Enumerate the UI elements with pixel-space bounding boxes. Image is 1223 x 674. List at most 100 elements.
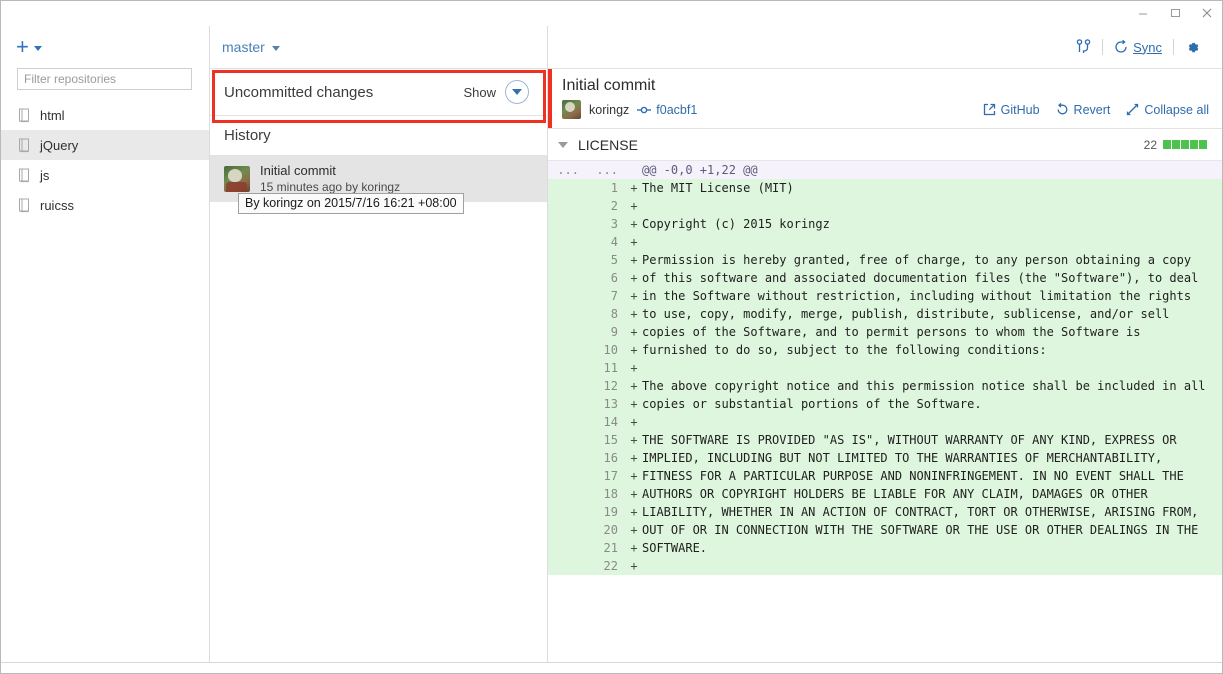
diff-sign: + (630, 253, 638, 267)
gutter-new: 4 (610, 235, 618, 249)
gutter-old (548, 449, 586, 467)
diff-sign: + (630, 469, 638, 483)
diff-line: 20 + OUT OF OR IN CONNECTION WITH THE SOFT… (548, 521, 1223, 539)
diff-code: to use, copy, modify, merge, publish, di… (642, 307, 1170, 321)
settings-button[interactable] (1174, 34, 1211, 60)
gutter-new: 16 (603, 451, 618, 465)
uncommitted-changes-row[interactable]: Uncommitted changes Show (210, 68, 547, 116)
diff-sign: + (630, 487, 638, 501)
gutter-new: 9 (610, 325, 618, 339)
repository-sidebar: + html (0, 26, 210, 662)
diff-code: copies or substantial portions of the So… (642, 397, 982, 411)
maximize-icon[interactable] (1159, 1, 1191, 25)
commit-sha-label: f0acbf1 (656, 102, 698, 117)
revert-button[interactable]: Revert (1056, 102, 1111, 117)
chevron-down-icon (271, 46, 280, 51)
github-button[interactable]: GitHub (983, 103, 1040, 117)
gutter-new: 3 (610, 217, 618, 231)
close-icon[interactable] (1191, 1, 1223, 25)
commit-sha[interactable]: f0acbf1 (637, 103, 697, 117)
history-panel: master Uncommitted changes Show History … (210, 26, 548, 662)
sidebar-item-js[interactable]: js (0, 160, 209, 190)
diff-sign: + (630, 523, 638, 537)
gutter-new: 21 (603, 541, 618, 555)
revert-label: Revert (1073, 102, 1111, 117)
github-desktop-window: + html (0, 0, 1223, 674)
diff-code: SOFTWARE. (642, 541, 708, 555)
diff-sign: + (630, 361, 638, 375)
commit-author-block: koringz f0acbf1 (562, 100, 697, 119)
gutter-old (548, 287, 586, 305)
gutter-old (548, 467, 586, 485)
diff-line: 6 + of this software and associated docume… (548, 269, 1223, 287)
gutter-old (548, 197, 586, 215)
diff-block (1181, 140, 1189, 149)
add-repository-button[interactable]: + (16, 34, 42, 59)
gutter-old (548, 395, 586, 413)
gutter-old (548, 521, 586, 539)
diff-block (1190, 140, 1198, 149)
gutter-new: 22 (603, 559, 618, 573)
diff-line: 11 + (548, 359, 1223, 377)
chevron-down-icon[interactable] (558, 141, 568, 148)
repository-icon (18, 198, 31, 213)
gutter-new: 20 (603, 523, 618, 537)
diff-line: 5 + Permission is hereby granted, free of … (548, 251, 1223, 269)
diff-blocks (1163, 140, 1207, 149)
diff-code: OUT OF OR IN CONNECTION WITH THE SOFTWAR… (642, 523, 1199, 537)
window-titlebar (0, 0, 1223, 26)
commit-summary-header: Initial commit koringz f0acbf1 GitHub Re… (548, 68, 1223, 129)
diff-sign: + (630, 181, 638, 195)
gutter-new: 12 (603, 379, 618, 393)
sync-button[interactable]: Sync (1103, 34, 1173, 60)
gutter-new: 18 (603, 487, 618, 501)
diff-code: furnished to do so, subject to the follo… (642, 343, 1047, 357)
show-label[interactable]: Show (463, 85, 496, 100)
commit-actions: GitHub Revert Collapse all (983, 103, 1209, 117)
diff-sign: + (630, 379, 638, 393)
plus-icon: + (16, 34, 29, 59)
sidebar-item-jquery[interactable]: jQuery (0, 130, 209, 160)
gutter-new: 17 (603, 469, 618, 483)
show-changes-button[interactable] (505, 80, 529, 104)
gutter-old (548, 539, 586, 557)
diff-sign: + (630, 307, 638, 321)
branch-selector[interactable]: master (210, 26, 547, 68)
sidebar-item-html[interactable]: html (0, 100, 209, 130)
gutter-old (548, 413, 586, 431)
diff-line: 15 + THE SOFTWARE IS PROVIDED "AS IS", WIT… (548, 431, 1223, 449)
diff-viewer[interactable]: ...... @@ -0,0 +1,22 @@ 1 + The MIT License … (548, 161, 1223, 662)
collapse-all-button[interactable]: Collapse all (1126, 103, 1209, 117)
gutter-new: 6 (610, 271, 618, 285)
sync-icon (1115, 40, 1127, 53)
diff-block (1199, 140, 1207, 149)
diff-code: FITNESS FOR A PARTICULAR PURPOSE AND NON… (642, 469, 1184, 483)
filter-repositories-input[interactable] (17, 68, 192, 90)
diff-sign: + (630, 289, 638, 303)
gutter-new: 15 (603, 433, 618, 447)
repository-toolbar: Sync (548, 26, 1223, 68)
diff-code (642, 197, 1223, 215)
diff-block (1172, 140, 1180, 149)
diff-line: 10 + furnished to do so, subject to the fo… (548, 341, 1223, 359)
branch-button[interactable] (1065, 34, 1102, 60)
sidebar-item-ruicss[interactable]: ruicss (0, 190, 209, 220)
diff-line: 9 + copies of the Software, and to permit … (548, 323, 1223, 341)
gutter-old (548, 251, 586, 269)
repository-list: html jQuery js ruicss (0, 100, 209, 662)
diff-line: 18 + AUTHORS OR COPYRIGHT HOLDERS BE LIABL… (548, 485, 1223, 503)
history-header: History (210, 116, 547, 156)
commit-meta: Initial commit 15 minutes ago by koringz (260, 163, 400, 195)
gutter-old (548, 431, 586, 449)
repository-icon (18, 168, 31, 183)
minimize-icon[interactable] (1127, 1, 1159, 25)
diff-code: Permission is hereby granted, free of ch… (642, 253, 1192, 267)
diff-line: 19 + LIABILITY, WHETHER IN AN ACTION OF CO… (548, 503, 1223, 521)
diff-line: 12 + The above copyright notice and this p… (548, 377, 1223, 395)
add-repository-row: + (0, 26, 209, 68)
diff-line: 17 + FITNESS FOR A PARTICULAR PURPOSE AND … (548, 467, 1223, 485)
repository-icon (18, 138, 31, 153)
file-header[interactable]: LICENSE 22 (548, 129, 1223, 161)
gutter-old (548, 377, 586, 395)
diff-line: 16 + IMPLIED, INCLUDING BUT NOT LIMITED TO… (548, 449, 1223, 467)
